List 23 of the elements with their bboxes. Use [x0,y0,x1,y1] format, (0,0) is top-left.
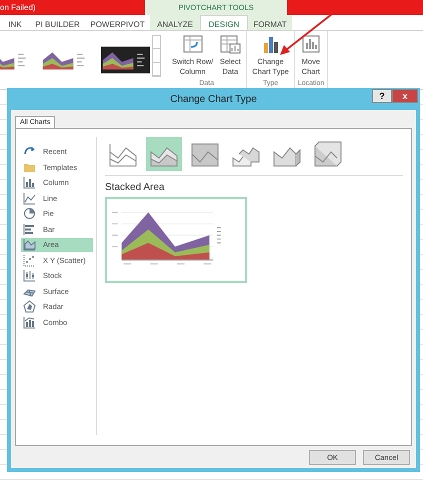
close-button[interactable]: x [392,89,418,103]
radar-chart-icon [23,300,36,314]
ribbon-tab[interactable]: ANALYZE [150,15,200,30]
chart-subtype-option[interactable] [146,137,182,171]
ribbon-tab[interactable]: INK [0,15,30,30]
column-chart-icon [23,176,36,190]
combo-chart-icon [23,316,36,329]
bar-chart-icon [23,222,36,236]
ribbon-tab[interactable]: DESIGN [200,15,248,30]
window-title: on Failed) [0,2,37,14]
subtype-title: Stacked Area [105,182,166,193]
ribbon-tab[interactable]: PI BUILDER [30,15,85,30]
ribbon-tab[interactable]: FORMAT [248,15,292,30]
pie-chart-icon [23,207,36,220]
stock-chart-icon [23,269,36,282]
ribbon-tab[interactable]: POWERPIVOT [85,15,150,30]
line-chart-icon [23,192,36,205]
scatter-chart-icon [23,254,36,267]
area-chart-icon [23,238,36,252]
dialog-title: Change Chart Type [170,94,257,104]
chart-style-thumbnail[interactable] [100,46,150,74]
gallery-scrollbar[interactable] [152,35,161,77]
help-button[interactable]: ? [372,89,392,103]
